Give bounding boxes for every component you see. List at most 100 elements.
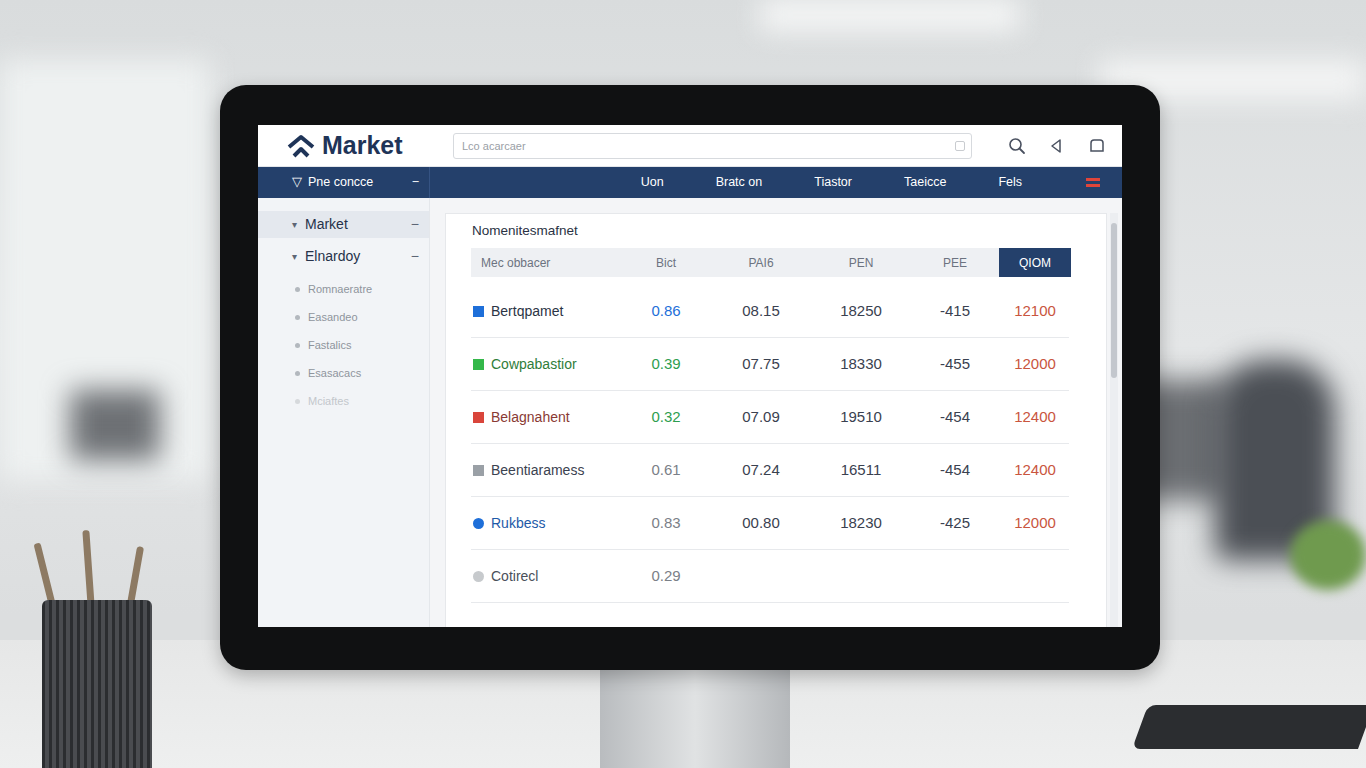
table-cell: 16511 xyxy=(811,459,911,482)
clear-box-icon[interactable] xyxy=(955,141,965,151)
bid-value: 0.39 xyxy=(651,353,680,376)
column-header[interactable]: PEN xyxy=(811,248,911,277)
notification-icon[interactable] xyxy=(1048,137,1066,155)
sidebar-entry: Esasacacs xyxy=(258,359,429,387)
sidebar-entry: ▾Market− xyxy=(258,211,429,238)
collapse-toggle[interactable]: − xyxy=(411,246,419,267)
table-cell: 07.09 xyxy=(711,406,811,429)
chat-icon[interactable] xyxy=(1088,137,1106,155)
column-label: QIOM xyxy=(1019,254,1051,272)
nav-item[interactable]: Bratc on xyxy=(716,173,763,192)
sidebar-item-label: Fastalics xyxy=(295,337,351,354)
sidebar-entry: Mciaftes xyxy=(258,387,429,415)
bid-value: 0.29 xyxy=(651,565,680,588)
column-header[interactable]: PEE xyxy=(911,248,999,277)
column-header[interactable]: Mec obbacer xyxy=(471,248,621,277)
cell-value: 12400 xyxy=(1014,406,1056,429)
cell-value: -454 xyxy=(940,459,970,482)
table-cell: 18250 xyxy=(811,300,911,323)
nav-item[interactable]: Tiastor xyxy=(814,173,852,192)
menu-caret: ▽ xyxy=(292,173,302,192)
cell-value: -454 xyxy=(940,406,970,429)
sidebar-label: Romnaeratre xyxy=(308,281,372,298)
table-row[interactable]: Cotirecl0.29 xyxy=(471,550,1069,603)
column-label: PEE xyxy=(943,254,967,272)
sidebar-item[interactable]: Mciaftes xyxy=(258,387,429,415)
scrollbar-thumb[interactable] xyxy=(1111,223,1117,378)
scrollbar[interactable] xyxy=(1110,213,1118,627)
nav-item[interactable]: Taeicce xyxy=(904,173,946,192)
table-cell: 12000 xyxy=(999,353,1071,376)
row-marker-icon xyxy=(473,412,484,423)
collapse-toggle[interactable]: − xyxy=(411,214,419,235)
bid-value: 0.86 xyxy=(651,300,680,323)
row-name-text: Beentiaramess xyxy=(491,462,584,478)
sidebar-label: Market xyxy=(305,214,348,235)
office-chair xyxy=(70,390,160,460)
bullet-icon xyxy=(295,371,300,376)
table-cell: 12100 xyxy=(999,300,1071,323)
sidebar-group[interactable]: ▾Market− xyxy=(258,211,429,238)
sidebar-item[interactable]: Easandeo xyxy=(258,303,429,331)
cell-value: 18230 xyxy=(840,512,882,535)
table-row[interactable]: Cowpabastior 0.39 07.75 18330 -45512000 xyxy=(471,338,1069,391)
sidebar-item-label: Mciaftes xyxy=(295,393,349,410)
sidebar-item[interactable]: Fastalics xyxy=(258,331,429,359)
column-label: Mec obbacer xyxy=(481,254,550,272)
sidebar-item[interactable]: Romnaeratre xyxy=(258,275,429,303)
table-cell: Cowpabastior xyxy=(471,354,621,375)
row-name: Rukbess xyxy=(491,513,545,534)
row-name-text: Bertqpamet xyxy=(491,303,563,319)
table-cell: 12400 xyxy=(999,459,1071,482)
logo-chevron-icon xyxy=(286,133,316,159)
cell-value: 12400 xyxy=(1014,459,1056,482)
table-row[interactable]: Bertqpamet0.8608.1518250-41512100 xyxy=(471,285,1069,338)
cell-value: -425 xyxy=(940,512,970,535)
column-label: Bict xyxy=(656,254,676,272)
sidebar-item[interactable]: Esasacacs xyxy=(258,359,429,387)
cell-value: 12000 xyxy=(1014,512,1056,535)
nav-menu[interactable]: ▽ Pne concce − xyxy=(258,167,430,198)
table-row[interactable]: Belagnahent0.3207.0919510-45412400 xyxy=(471,391,1069,444)
bid-value: 0.83 xyxy=(651,512,680,535)
monitor-stand xyxy=(600,666,790,768)
app-header: Market xyxy=(258,125,1122,167)
table-cell: 0.32 xyxy=(621,406,711,429)
table-cell: 0.61 xyxy=(621,459,711,482)
sidebar-entry: ▾Elnardoy− xyxy=(258,243,429,270)
column-header[interactable]: QIOM xyxy=(999,248,1071,277)
caret: ▾ xyxy=(292,249,297,264)
sidebar-group[interactable]: ▾Elnardoy− xyxy=(258,243,429,270)
logo[interactable]: Market xyxy=(286,127,453,165)
ceiling-light xyxy=(760,0,1020,30)
nav-item[interactable]: Uon xyxy=(641,173,664,192)
menu-label: Pne concce xyxy=(308,173,373,192)
main-panel: NomenitesmafnetMec obbacerBictPAI6PENPEE… xyxy=(430,198,1122,627)
search-icon[interactable] xyxy=(1008,137,1026,155)
row-name: Belagnahent xyxy=(491,407,570,428)
search-input[interactable] xyxy=(453,133,972,159)
sidebar-label: Easandeo xyxy=(308,309,358,326)
bullet-icon xyxy=(295,399,300,404)
column-header[interactable]: Bict xyxy=(621,248,711,277)
row-name-text: Cowpabastior xyxy=(491,356,577,372)
table-cell: 07.75 xyxy=(711,353,811,376)
column-header[interactable]: PAI6 xyxy=(711,248,811,277)
table-cell: 18230 xyxy=(811,512,911,535)
bid-text: 0.39 xyxy=(651,355,680,372)
cell-value: 18330 xyxy=(840,353,882,376)
cell-value: 18250 xyxy=(840,300,882,323)
sidebar-item-label: Romnaeratre xyxy=(295,281,372,298)
column-label: PEN xyxy=(849,254,874,272)
cell-value: 08.15 xyxy=(742,300,780,323)
logo-text: Market xyxy=(322,127,403,165)
table-cell: Bertqpamet xyxy=(471,301,621,322)
table-row[interactable]: Beentiaramess0.6107.2416511-45412400 xyxy=(471,444,1069,497)
bid-value: 0.32 xyxy=(651,406,680,429)
menu-icon[interactable] xyxy=(1086,178,1100,187)
table-cell: -455 xyxy=(911,353,999,376)
table-cell: Beentiaramess xyxy=(471,460,621,481)
nav-item[interactable]: Fels xyxy=(998,173,1022,192)
table-row[interactable]: Rukbess0.8300.8018230-42512000 xyxy=(471,497,1069,550)
menu-toggle[interactable]: − xyxy=(412,173,419,192)
